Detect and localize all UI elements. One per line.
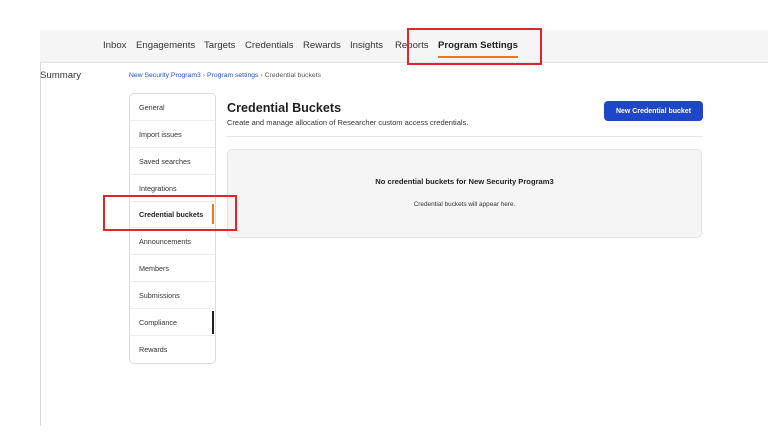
tab-summary[interactable]: Summary [40, 60, 81, 92]
breadcrumb-program-link[interactable]: New Security Program3 [129, 72, 201, 79]
sidebar-item-announcements[interactable]: Announcements [130, 228, 215, 255]
active-item-indicator [212, 204, 214, 224]
page-subtitle: Create and manage allocation of Research… [227, 118, 469, 127]
sidebar-item-integrations[interactable]: Integrations [130, 175, 215, 202]
page-title: Credential Buckets [227, 101, 342, 115]
breadcrumb-separator: › [202, 72, 206, 79]
tab-insights[interactable]: Insights [350, 30, 383, 62]
breadcrumb: New Security Program3 › Program settings › C… [129, 72, 321, 79]
top-navigation: Summary Inbox Engagements Targets Creden… [40, 30, 768, 81]
sidebar-item-credential-buckets[interactable]: Credential buckets [130, 201, 215, 228]
sidebar-item-saved-searches[interactable]: Saved searches [130, 148, 215, 175]
sidebar-item-compliance[interactable]: Compliance [130, 309, 215, 336]
tab-rewards[interactable]: Rewards [303, 30, 341, 62]
breadcrumb-current: Credential buckets [264, 72, 321, 79]
tab-targets[interactable]: Targets [204, 30, 235, 62]
settings-sidebar: General Import issues Saved searches Int… [129, 93, 216, 364]
sidebar-item-label: Credential buckets [139, 210, 204, 219]
breadcrumb-settings-link[interactable]: Program settings [207, 72, 258, 79]
header-divider [227, 136, 703, 137]
active-tab-indicator [438, 56, 518, 58]
tab-reports[interactable]: Reports [395, 30, 429, 62]
empty-state-title: No credential buckets for New Security P… [375, 177, 554, 186]
tab-program-settings-label: Program Settings [438, 40, 518, 51]
empty-state-description: Credential buckets will appear here. [413, 201, 516, 208]
tab-engagements[interactable]: Engagements [136, 30, 195, 62]
hover-indicator [212, 311, 214, 334]
sidebar-item-members[interactable]: Members [130, 255, 215, 282]
sidebar-item-rewards[interactable]: Rewards [130, 336, 215, 363]
tab-inbox[interactable]: Inbox [103, 30, 126, 62]
sidebar-item-label: Compliance [139, 318, 177, 327]
new-credential-bucket-button[interactable]: New Credential bucket [604, 101, 703, 121]
sidebar-item-submissions[interactable]: Submissions [130, 282, 215, 309]
tab-credentials[interactable]: Credentials [245, 30, 294, 62]
breadcrumb-separator: › [260, 72, 263, 79]
sidebar-item-general[interactable]: General [130, 94, 215, 121]
sidebar-item-import-issues[interactable]: Import issues [130, 121, 215, 148]
empty-state-card: No credential buckets for New Security P… [227, 149, 702, 238]
tab-program-settings[interactable]: Program Settings [438, 30, 518, 62]
